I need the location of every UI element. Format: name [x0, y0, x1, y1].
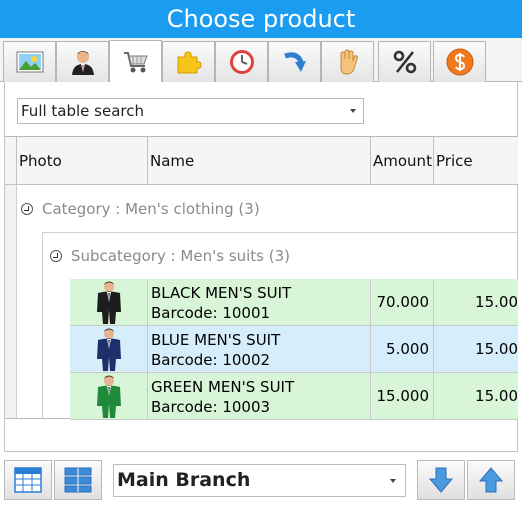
search-combobox[interactable]: Full table search — [17, 98, 364, 124]
chevron-down-icon[interactable] — [350, 109, 356, 113]
group-indent-line — [42, 232, 43, 418]
category-group-row[interactable]: Category : Men's clothing (3) — [21, 185, 260, 232]
product-name-cell: GREEN MEN'S SUIT Barcode: 10003 — [148, 373, 371, 419]
collapse-icon[interactable] — [21, 202, 33, 215]
tab-cart[interactable] — [109, 40, 162, 82]
row-indicator-header — [5, 137, 17, 185]
arrow-up-icon — [478, 467, 504, 493]
tab-bar — [0, 38, 522, 82]
product-price: 15.00 — [475, 340, 518, 358]
column-header-price[interactable]: Price — [434, 137, 518, 185]
product-barcode: Barcode: 10002 — [151, 351, 271, 369]
dollar-coin-icon — [446, 48, 473, 76]
product-panel: Full table search Photo Name Amount Pric… — [4, 82, 518, 452]
product-suit-image — [96, 375, 121, 418]
product-photo — [70, 326, 148, 372]
tab-arrow[interactable] — [268, 41, 321, 82]
collapse-icon[interactable] — [50, 249, 62, 262]
branch-select[interactable]: Main Branch — [113, 464, 406, 497]
grouped-list-icon — [64, 467, 92, 493]
tab-picture[interactable] — [3, 41, 56, 82]
arrow-down-icon — [428, 467, 454, 493]
percent-icon — [393, 50, 416, 74]
chevron-down-icon[interactable] — [390, 479, 396, 483]
shopping-cart-icon — [123, 51, 148, 72]
product-photo — [70, 279, 148, 325]
tab-percent[interactable] — [378, 41, 431, 82]
branch-value: Main Branch — [117, 469, 251, 491]
table-row[interactable]: BLACK MEN'S SUIT Barcode: 10001 70.000 15.0… — [70, 279, 518, 326]
product-name: BLUE MEN'S SUIT — [151, 331, 281, 349]
product-table: Photo Name Amount Price Category : Men's… — [5, 136, 518, 420]
tab-dollar[interactable] — [433, 41, 486, 82]
product-suit-image — [96, 328, 121, 371]
column-header-photo[interactable]: Photo — [17, 137, 148, 185]
product-barcode: Barcode: 10003 — [151, 398, 271, 416]
table-row[interactable]: BLUE MEN'S SUIT Barcode: 10002 5.000 15.00 — [70, 326, 518, 373]
puzzle-piece-icon — [177, 51, 202, 74]
card-view-button[interactable] — [54, 460, 102, 500]
table-grid-icon — [14, 467, 42, 493]
product-amount: 15.000 — [371, 373, 434, 419]
column-header-amount[interactable]: Amount — [371, 137, 434, 185]
tab-hand[interactable] — [321, 41, 374, 82]
clock-icon — [229, 50, 254, 74]
product-barcode: Barcode: 10001 — [151, 304, 271, 322]
raised-hand-icon — [340, 49, 358, 75]
move-down-button[interactable] — [417, 460, 465, 500]
product-name: GREEN MEN'S SUIT — [151, 378, 295, 396]
move-up-button[interactable] — [467, 460, 515, 500]
tab-clock[interactable] — [215, 41, 268, 82]
product-photo — [70, 373, 148, 419]
search-value: Full table search — [21, 102, 145, 120]
row-indicator-column — [5, 185, 17, 418]
product-name: BLACK MEN'S SUIT — [151, 284, 292, 302]
product-name-cell: BLACK MEN'S SUIT Barcode: 10001 — [148, 279, 371, 325]
product-amount: 5.000 — [371, 326, 434, 372]
column-header-name[interactable]: Name — [148, 137, 371, 185]
table-view-button[interactable] — [4, 460, 52, 500]
subcategory-label: Subcategory : Men's suits (3) — [71, 246, 291, 265]
curved-arrow-icon — [283, 52, 306, 72]
product-price: 15.00 — [475, 293, 518, 311]
product-suit-image — [96, 281, 121, 324]
bottom-toolbar: Main Branch — [0, 452, 522, 507]
tab-person[interactable] — [56, 41, 109, 82]
window-title: Choose product — [0, 0, 522, 38]
subcategory-group-row[interactable]: Subcategory : Men's suits (3) — [50, 232, 290, 279]
product-amount: 70.000 — [371, 279, 434, 325]
tab-puzzle[interactable] — [162, 41, 215, 82]
product-name-cell: BLUE MEN'S SUIT Barcode: 10002 — [148, 326, 371, 372]
table-row[interactable]: GREEN MEN'S SUIT Barcode: 10003 15.000 15.0… — [70, 373, 518, 420]
product-price: 15.00 — [475, 387, 518, 405]
category-label: Category : Men's clothing (3) — [42, 199, 260, 218]
person-icon — [71, 51, 94, 75]
landscape-picture-icon — [16, 51, 43, 73]
